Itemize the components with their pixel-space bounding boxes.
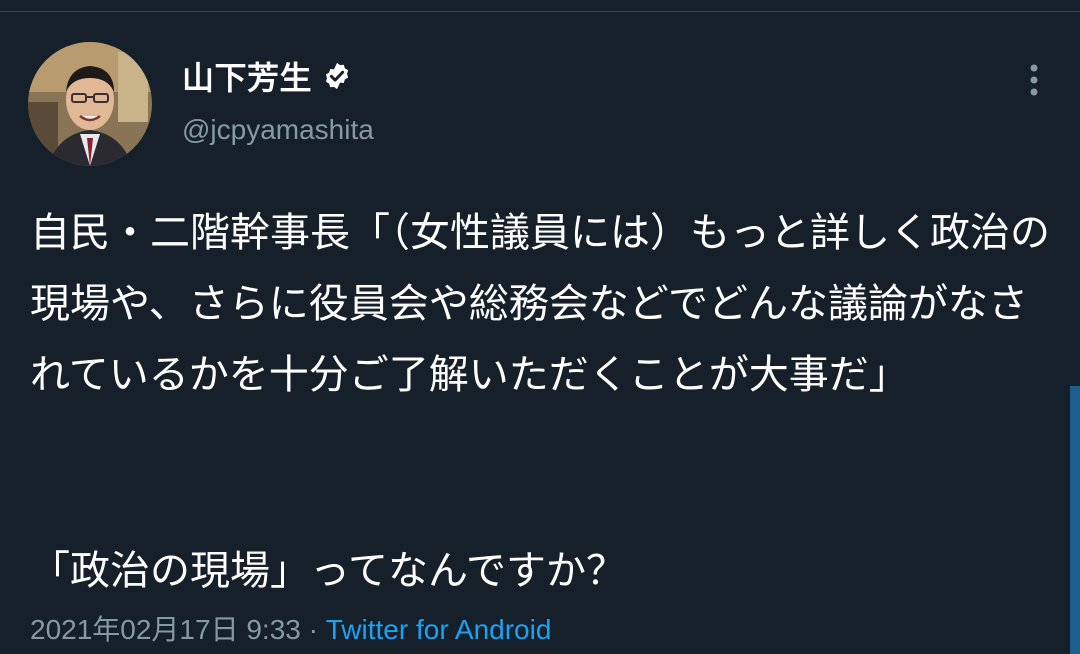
tweet-body-second-paragraph: 「政治の現場」ってなんですか？: [30, 548, 626, 594]
tweet-detail-page: 山下芳生 @jcpyamashita 自民・二階幹事長「（女性議員には）もっと詳…: [0, 0, 1080, 654]
avatar[interactable]: [28, 42, 152, 166]
tweet-meta: 2021年02月17日 9:33 · Twitter for Android: [30, 608, 551, 648]
tweet-body: 自民・二階幹事長「（女性議員には）もっと詳しく政治の現場や、さらに役員会や総務会…: [30, 210, 1050, 398]
meta-separator: ·: [300, 614, 326, 645]
verified-badge-icon: [322, 61, 352, 91]
tweet-source-link[interactable]: Twitter for Android: [326, 614, 552, 645]
display-name[interactable]: 山下芳生: [182, 53, 312, 99]
scrollbar[interactable]: [1070, 386, 1080, 654]
more-vertical-icon[interactable]: [1018, 58, 1050, 102]
tweet-timestamp[interactable]: 2021年02月17日 9:33: [30, 614, 301, 645]
author-handle[interactable]: @jcpyamashita: [182, 114, 374, 146]
author-row[interactable]: 山下芳生: [182, 54, 352, 98]
top-divider: [0, 0, 1080, 12]
